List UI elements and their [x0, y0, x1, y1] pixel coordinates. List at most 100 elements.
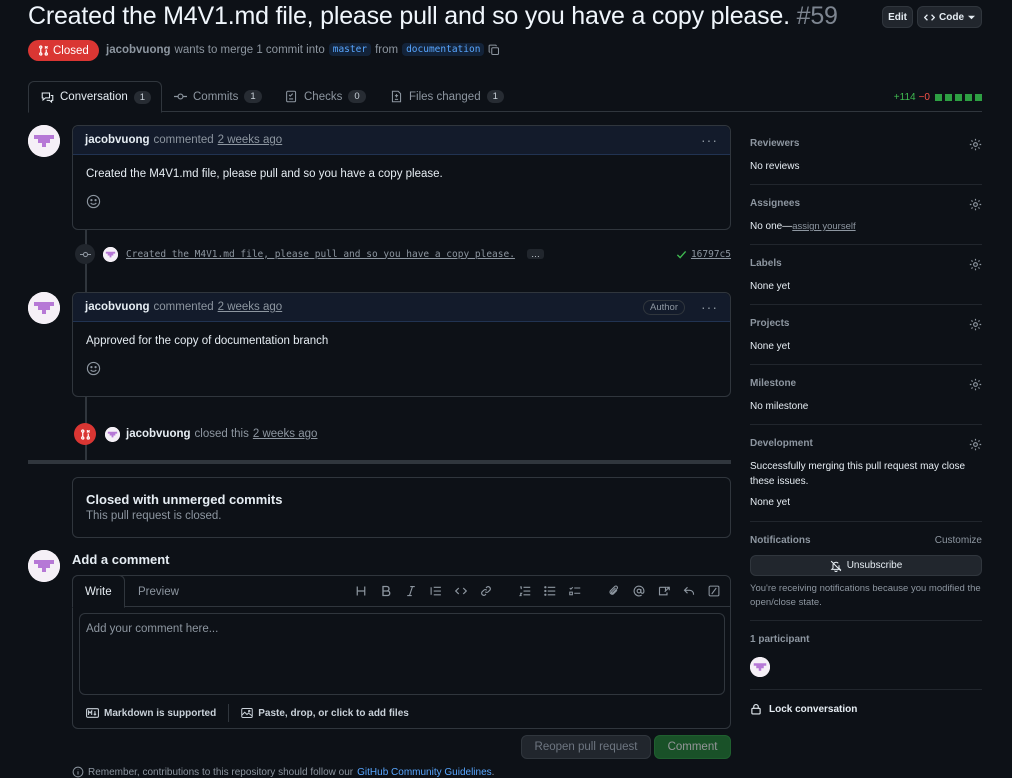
closed-event-author[interactable]: jacobvuong — [126, 428, 191, 440]
markdown-link[interactable]: Markdown is supported — [86, 708, 216, 719]
tab-commits-label: Commits — [193, 90, 239, 103]
markdown-toolbar — [353, 583, 722, 599]
editor-footer: Markdown is supported Paste, drop, or cl… — [86, 704, 409, 722]
comment-button[interactable]: Comment — [654, 735, 731, 759]
sidebar-development-label[interactable]: Development — [750, 438, 982, 449]
italic-icon[interactable] — [403, 583, 419, 599]
sidebar-milestone-label[interactable]: Milestone — [750, 378, 982, 389]
diffstat-additions: +114 — [893, 92, 916, 103]
lock-conversation-label: Lock conversation — [769, 703, 858, 715]
markdown-note: Markdown is supported — [104, 707, 217, 719]
gear-icon[interactable] — [969, 198, 982, 211]
guidelines-link[interactable]: GitHub Community Guidelines — [357, 767, 492, 778]
code-button[interactable]: Code — [917, 6, 982, 28]
gear-icon[interactable] — [969, 378, 982, 391]
avatar[interactable] — [103, 246, 118, 262]
avatar[interactable] — [28, 550, 60, 582]
edit-button-label: Edit — [888, 11, 907, 23]
avatar[interactable] — [105, 426, 120, 442]
bold-icon[interactable] — [378, 583, 394, 599]
cross-reference-icon[interactable] — [656, 583, 672, 599]
image-icon — [241, 707, 253, 719]
sidebar-labels: Labels None yet — [750, 258, 982, 305]
sidebar-milestone: Milestone No milestone — [750, 378, 982, 425]
comment-editor: Write Preview Markdown is supported — [72, 575, 731, 729]
slash-command-icon[interactable] — [706, 583, 722, 599]
sidebar-reviewers-label[interactable]: Reviewers — [750, 138, 982, 149]
tab-commits-count: 1 — [244, 90, 262, 103]
unsubscribe-button[interactable]: Unsubscribe — [750, 555, 982, 576]
gear-icon[interactable] — [969, 318, 982, 331]
closed-event-action: closed this — [194, 428, 249, 440]
comment-author[interactable]: jacobvuong — [85, 301, 150, 313]
kebab-icon[interactable]: ··· — [701, 299, 718, 315]
tab-conversation[interactable]: Conversation 1 — [28, 81, 162, 113]
participant-avatar[interactable] — [750, 657, 770, 677]
sidebar-assignees-label[interactable]: Assignees — [750, 198, 982, 209]
pr-merge-text: wants to merge 1 commit into — [174, 43, 325, 56]
paperclip-icon[interactable] — [606, 583, 622, 599]
comment-body: Created the M4V1.md file, please pull an… — [73, 155, 730, 210]
smiley-icon[interactable] — [86, 194, 102, 210]
tab-checks[interactable]: Checks 0 — [285, 81, 366, 112]
tab-conversation-count: 1 — [133, 90, 152, 104]
info-icon — [72, 766, 84, 778]
copy-icon[interactable] — [488, 44, 500, 56]
tab-preview[interactable]: Preview — [126, 576, 191, 608]
gear-icon[interactable] — [969, 438, 982, 451]
markdown-icon — [86, 708, 99, 718]
heading-icon[interactable] — [353, 583, 369, 599]
edit-button[interactable]: Edit — [882, 6, 913, 28]
code-icon[interactable] — [453, 583, 469, 599]
lock-conversation-button[interactable]: Lock conversation — [750, 703, 982, 715]
comment-timestamp[interactable]: 2 weeks ago — [218, 134, 283, 146]
attach-files-note: Paste, drop, or click to add files — [258, 707, 409, 719]
commit-sha[interactable]: 16797c5 — [691, 249, 731, 260]
comment-textarea[interactable] — [79, 613, 725, 695]
head-branch[interactable]: documentation — [402, 43, 485, 56]
checklist-icon — [285, 90, 298, 103]
mention-icon[interactable] — [631, 583, 647, 599]
reopen-pull-request-button[interactable]: Reopen pull request — [521, 735, 651, 759]
quote-icon[interactable] — [428, 583, 444, 599]
link-icon[interactable] — [478, 583, 494, 599]
sidebar-assignees-value: No one—assign yourself — [750, 219, 982, 234]
kebab-icon[interactable]: ··· — [701, 132, 718, 148]
pr-author-link[interactable]: jacobvuong — [106, 44, 171, 56]
gear-icon[interactable] — [969, 138, 982, 151]
closed-status-title: Closed with unmerged commits — [86, 492, 283, 507]
sidebar-milestone-value: No milestone — [750, 401, 809, 412]
comment-author[interactable]: jacobvuong — [85, 134, 150, 146]
tab-files-changed-label: Files changed — [409, 90, 481, 103]
commit-message-link[interactable]: Created the M4V1.md file, please pull an… — [126, 249, 515, 260]
assign-yourself-link[interactable]: assign yourself — [792, 221, 855, 232]
avatar[interactable] — [28, 125, 60, 157]
sidebar-projects-label[interactable]: Projects — [750, 318, 982, 329]
commit-row: Created the M4V1.md file, please pull an… — [75, 244, 731, 264]
comment-text: Approved for the copy of documentation b… — [86, 335, 329, 347]
commit-sha-group: 16797c5 — [676, 249, 731, 260]
add-comment-title: Add a comment — [72, 552, 170, 567]
unsubscribe-label: Unsubscribe — [846, 560, 903, 571]
expand-commit-button[interactable]: … — [526, 249, 544, 259]
unordered-list-icon[interactable] — [542, 583, 558, 599]
comment-card: jacobvuong commented 2 weeks ago Author … — [72, 292, 731, 397]
comment-card: jacobvuong commented 2 weeks ago ··· Cre… — [72, 125, 731, 230]
tab-commits[interactable]: Commits 1 — [174, 81, 262, 112]
sidebar-labels-label[interactable]: Labels — [750, 258, 982, 269]
comment-body: Approved for the copy of documentation b… — [73, 322, 730, 377]
attach-files-button[interactable]: Paste, drop, or click to add files — [241, 707, 409, 719]
customize-link[interactable]: Customize — [935, 535, 982, 546]
tab-files-changed[interactable]: Files changed 1 — [390, 81, 504, 112]
tab-write[interactable]: Write — [72, 575, 125, 608]
closed-event-timestamp[interactable]: 2 weeks ago — [253, 428, 318, 440]
caret-down-icon — [968, 14, 975, 21]
smiley-icon[interactable] — [86, 361, 102, 377]
ordered-list-icon[interactable] — [517, 583, 533, 599]
avatar[interactable] — [28, 292, 60, 324]
gear-icon[interactable] — [969, 258, 982, 271]
reply-icon[interactable] — [681, 583, 697, 599]
comment-timestamp[interactable]: 2 weeks ago — [218, 301, 283, 313]
task-list-icon[interactable] — [567, 583, 583, 599]
base-branch[interactable]: master — [328, 43, 372, 56]
